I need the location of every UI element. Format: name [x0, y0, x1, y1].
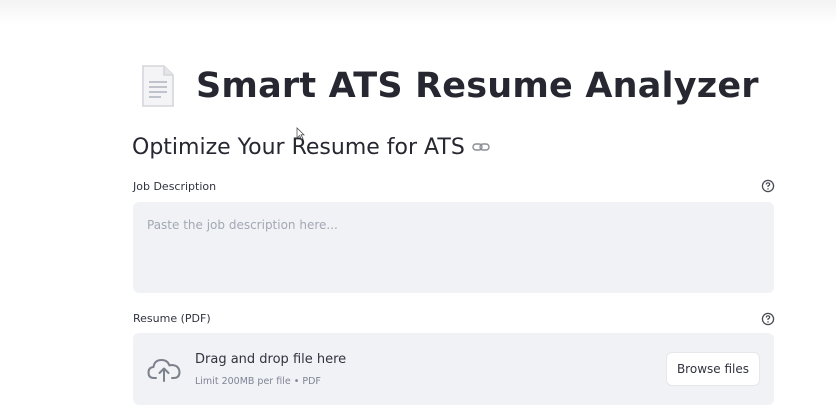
question-circle-icon[interactable]: [761, 312, 775, 326]
dropzone-instructions: Drag and drop file here: [195, 352, 347, 367]
resume-dropzone[interactable]: Drag and drop file here Limit 200MB per …: [133, 333, 774, 405]
mouse-cursor-icon: [296, 127, 305, 140]
title-row: Smart ATS Resume Analyzer: [140, 60, 759, 112]
browse-files-button[interactable]: Browse files: [665, 352, 760, 386]
resume-label: Resume (PDF): [133, 312, 211, 325]
subtitle-row: Optimize Your Resume for ATS: [132, 128, 490, 166]
link-icon[interactable]: [472, 141, 490, 153]
page-title: Smart ATS Resume Analyzer: [196, 66, 759, 106]
top-bar: [0, 0, 836, 24]
dropzone-limit-text: Limit 200MB per file • PDF: [195, 376, 321, 387]
cloud-upload-icon: [147, 359, 181, 382]
document-icon: [142, 65, 174, 107]
job-description-label: Job Description: [133, 180, 217, 193]
job-description-input[interactable]: [133, 202, 774, 293]
question-circle-icon[interactable]: [761, 179, 775, 193]
